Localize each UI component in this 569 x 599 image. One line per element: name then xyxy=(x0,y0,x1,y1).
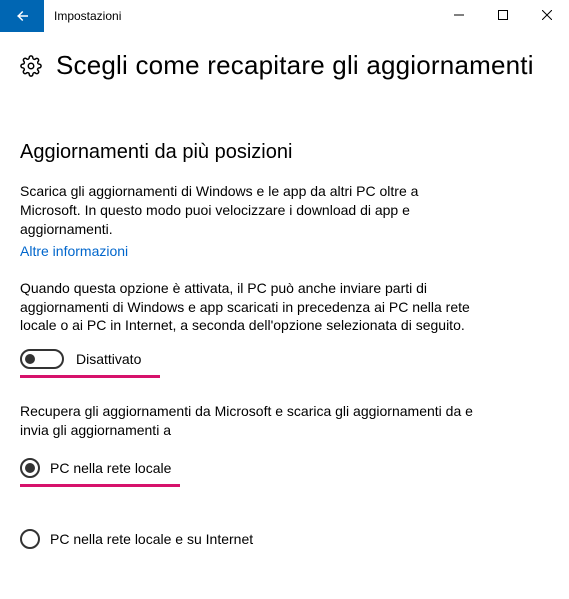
titlebar-spacer xyxy=(121,0,437,32)
section-title: Aggiornamenti da più posizioni xyxy=(20,141,549,164)
gear-icon xyxy=(20,55,42,77)
more-info-link[interactable]: Altre informazioni xyxy=(20,243,128,259)
radio-label: PC nella rete locale xyxy=(50,460,171,476)
minimize-icon xyxy=(454,10,464,20)
source-text: Recupera gli aggiornamenti da Microsoft … xyxy=(20,402,480,440)
delivery-toggle[interactable] xyxy=(20,349,64,369)
radio-option-local[interactable]: PC nella rete locale xyxy=(20,458,549,478)
intro-text: Scarica gli aggiornamenti di Windows e l… xyxy=(20,182,480,239)
description-text: Quando questa opzione è attivata, il PC … xyxy=(20,279,480,336)
radio-label: PC nella rete locale e su Internet xyxy=(50,531,253,547)
titlebar: Impostazioni xyxy=(0,0,569,32)
window-title: Impostazioni xyxy=(44,0,121,32)
page-title: Scegli come recapitare gli aggiornamenti xyxy=(56,50,534,81)
arrow-left-icon xyxy=(13,7,31,25)
radio-icon xyxy=(20,458,40,478)
content: Scegli come recapitare gli aggiornamenti… xyxy=(0,32,569,549)
close-button[interactable] xyxy=(525,0,569,30)
highlight-bar xyxy=(20,484,180,487)
window-controls xyxy=(437,0,569,32)
close-icon xyxy=(542,10,552,20)
delivery-toggle-row: Disattivato xyxy=(20,349,549,369)
maximize-icon xyxy=(498,10,508,20)
highlight-bar xyxy=(20,375,160,378)
back-button[interactable] xyxy=(0,0,44,32)
radio-icon xyxy=(20,529,40,549)
toggle-state-label: Disattivato xyxy=(76,351,141,367)
toggle-knob xyxy=(25,354,35,364)
page-header: Scegli come recapitare gli aggiornamenti xyxy=(20,50,549,81)
minimize-button[interactable] xyxy=(437,0,481,30)
maximize-button[interactable] xyxy=(481,0,525,30)
radio-option-internet[interactable]: PC nella rete locale e su Internet xyxy=(20,529,549,549)
